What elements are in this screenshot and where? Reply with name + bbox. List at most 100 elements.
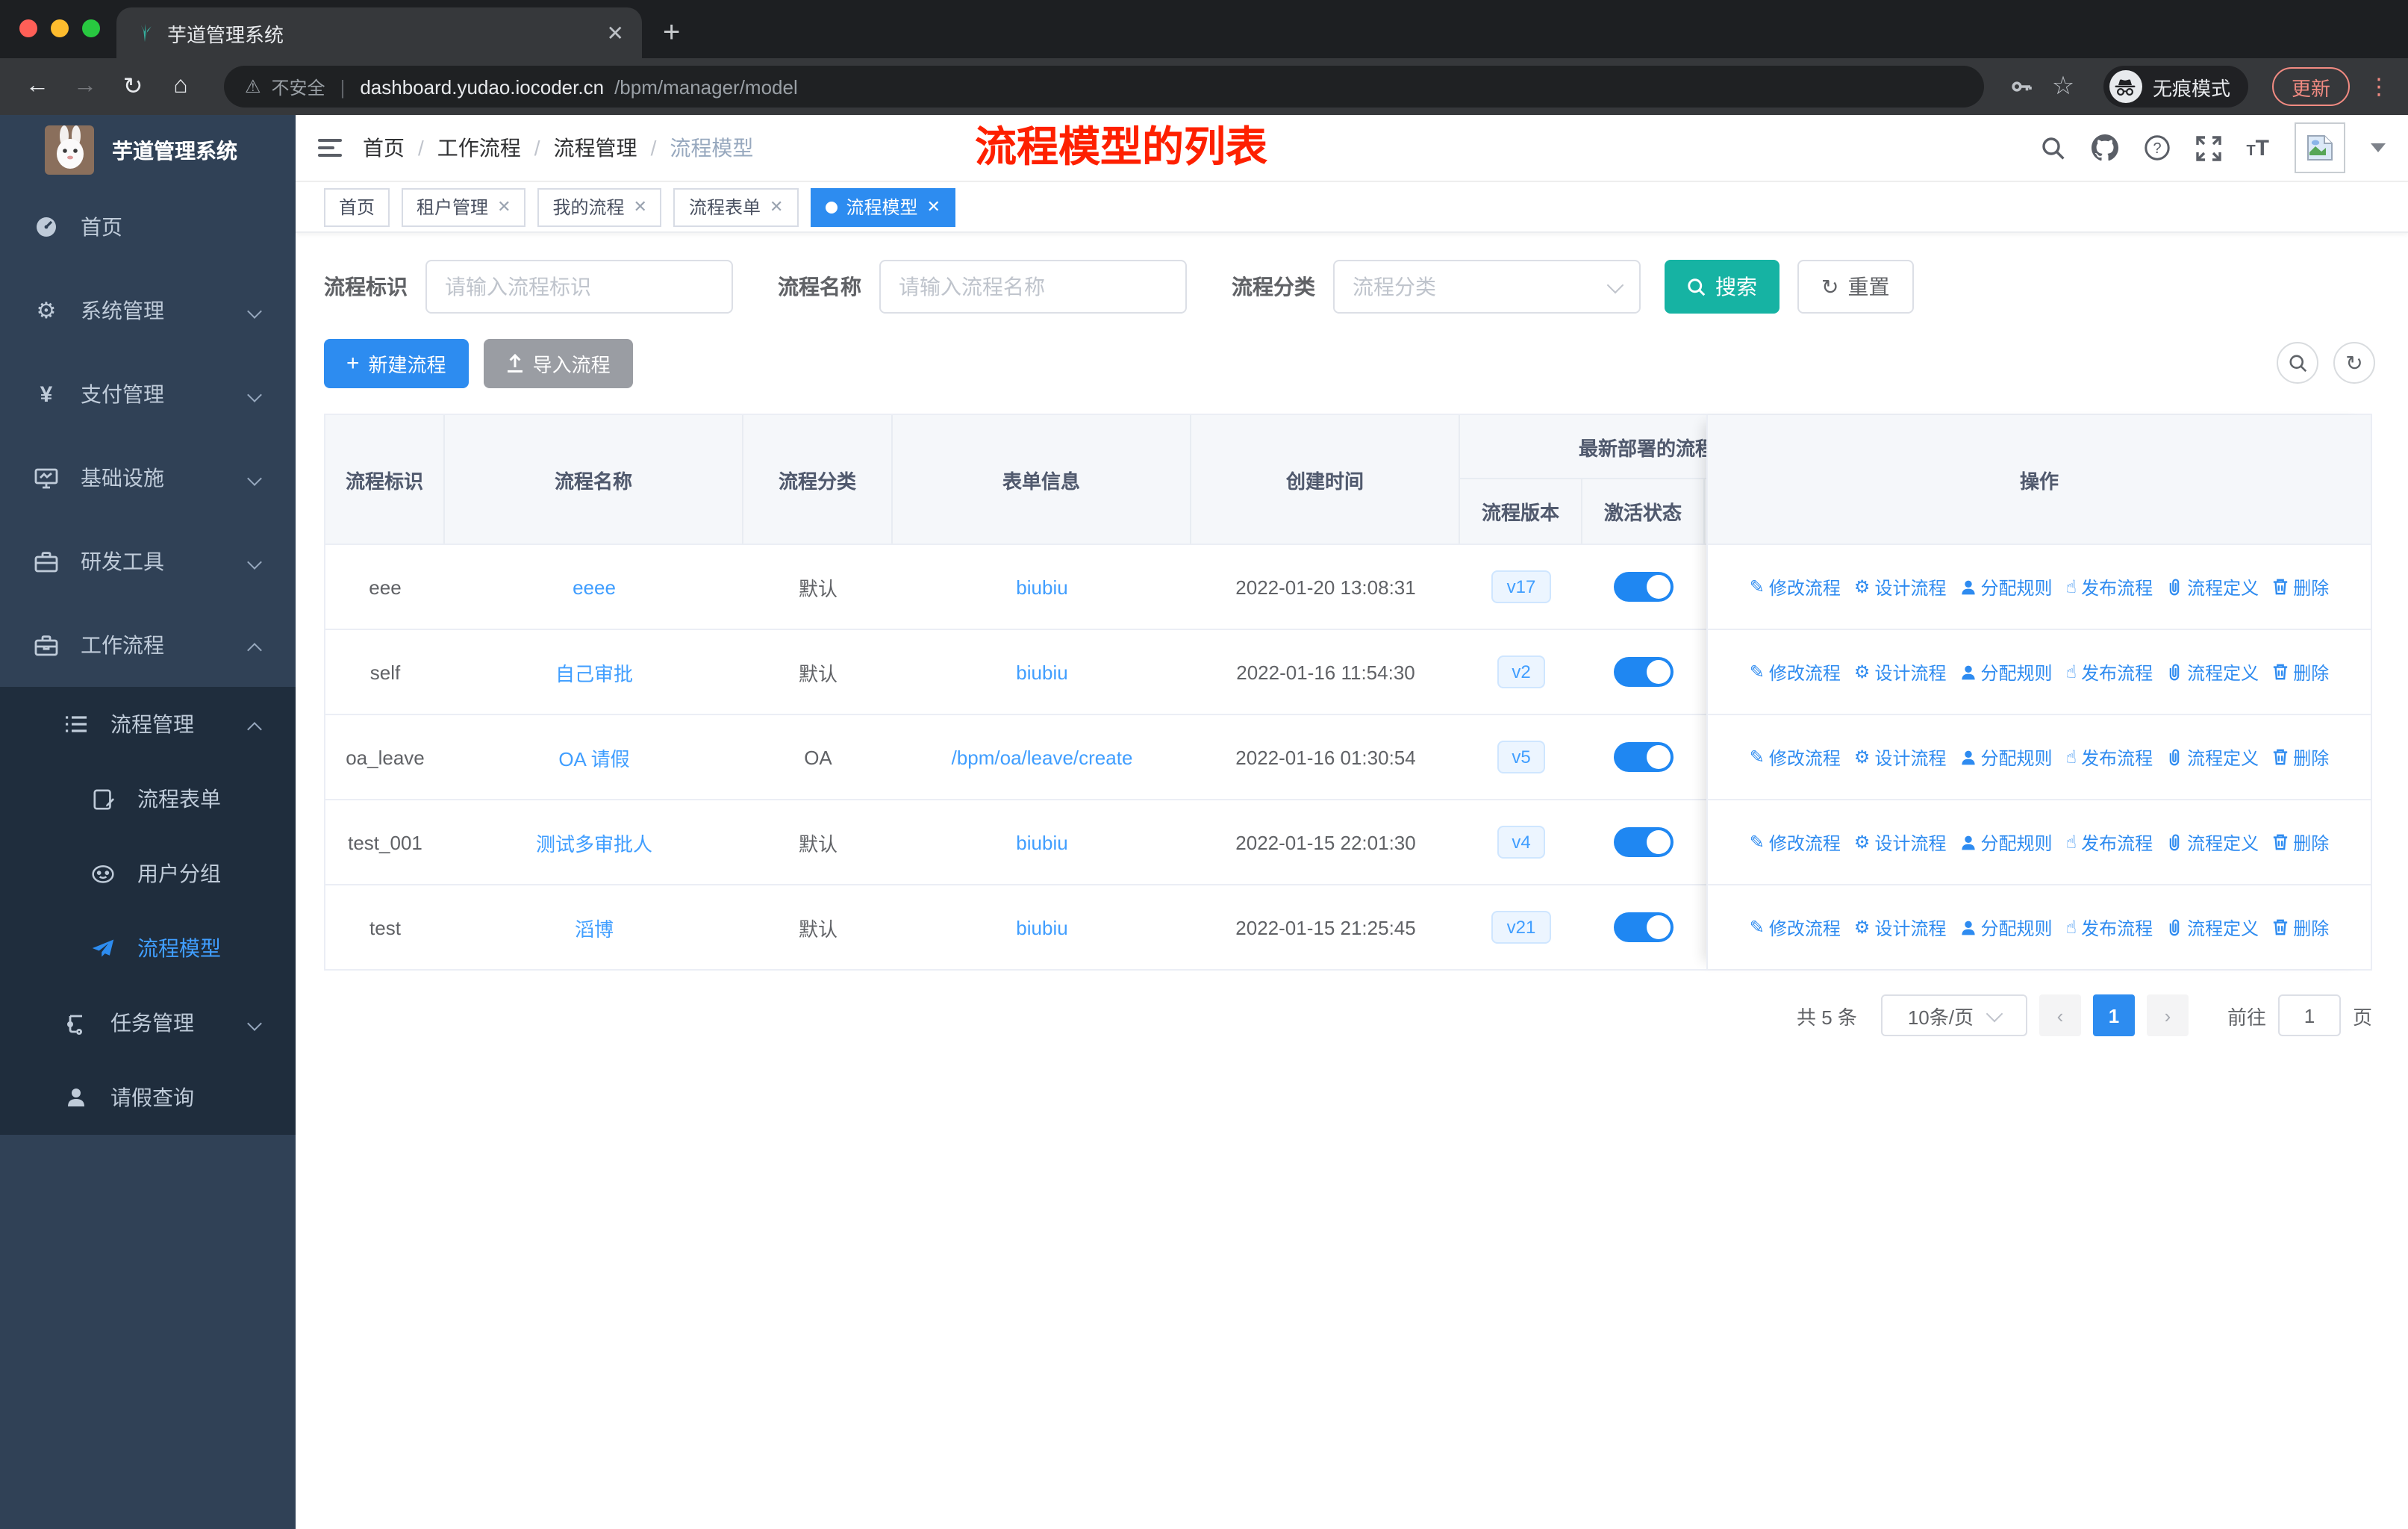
process-definition-link[interactable]: 流程定义: [2166, 659, 2259, 685]
process-definition-link[interactable]: 流程定义: [2166, 574, 2259, 600]
version-badge[interactable]: v17: [1491, 570, 1551, 603]
edit-process-link[interactable]: ✎ 修改流程: [1750, 744, 1841, 770]
tab-close-icon[interactable]: ✕: [607, 20, 624, 46]
form-info-link[interactable]: biubiu: [1016, 576, 1067, 598]
sidebar-item-system[interactable]: ⚙ 系统管理: [0, 269, 296, 352]
filter-key-input[interactable]: [425, 260, 733, 314]
publish-process-link[interactable]: ☝ 发布流程: [2066, 659, 2153, 685]
create-process-button[interactable]: + 新建流程: [324, 339, 469, 388]
design-process-link[interactable]: ⚙ 设计流程: [1854, 574, 1947, 600]
version-badge[interactable]: v2: [1497, 655, 1546, 688]
design-process-link[interactable]: ⚙ 设计流程: [1854, 915, 1947, 940]
assign-rule-link[interactable]: 分配规则: [1959, 915, 2053, 940]
window-minimize-button[interactable]: [51, 19, 69, 37]
reset-button[interactable]: ↻ 重置: [1797, 260, 1914, 314]
publish-process-link[interactable]: ☝ 发布流程: [2066, 744, 2153, 770]
active-toggle[interactable]: [1614, 572, 1674, 602]
sidebar-item-process-model[interactable]: 流程模型: [0, 911, 296, 985]
form-info-link[interactable]: biubiu: [1016, 661, 1067, 683]
back-icon[interactable]: ←: [18, 73, 57, 100]
edit-process-link[interactable]: ✎ 修改流程: [1750, 829, 1841, 855]
delete-link[interactable]: 删除: [2272, 915, 2329, 940]
version-badge[interactable]: v4: [1497, 826, 1546, 859]
design-process-link[interactable]: ⚙ 设计流程: [1854, 829, 1947, 855]
active-toggle[interactable]: [1614, 827, 1674, 857]
assign-rule-link[interactable]: 分配规则: [1959, 659, 2053, 685]
process-name-link[interactable]: eeee: [573, 576, 616, 598]
tag-close-icon[interactable]: ✕: [926, 197, 940, 217]
form-info-link[interactable]: biubiu: [1016, 831, 1067, 853]
new-tab-button[interactable]: +: [663, 18, 680, 48]
delete-link[interactable]: 删除: [2272, 829, 2329, 855]
active-toggle[interactable]: [1614, 742, 1674, 772]
browser-update-button[interactable]: 更新: [2271, 67, 2350, 106]
user-avatar[interactable]: [2295, 122, 2345, 173]
active-toggle[interactable]: [1614, 912, 1674, 942]
browser-menu-icon[interactable]: ⋮: [2368, 73, 2390, 100]
assign-rule-link[interactable]: 分配规则: [1959, 574, 2053, 600]
help-icon[interactable]: ?: [2143, 134, 2170, 161]
assign-rule-link[interactable]: 分配规则: [1959, 744, 2053, 770]
publish-process-link[interactable]: ☝ 发布流程: [2066, 829, 2153, 855]
sidebar-item-user-group[interactable]: 用户分组: [0, 836, 296, 911]
filter-name-input[interactable]: [879, 260, 1187, 314]
delete-link[interactable]: 删除: [2272, 744, 2329, 770]
edit-process-link[interactable]: ✎ 修改流程: [1750, 659, 1841, 685]
reload-icon[interactable]: ↻: [113, 72, 152, 102]
sidebar-item-process-form[interactable]: 流程表单: [0, 762, 296, 836]
form-info-link[interactable]: biubiu: [1016, 916, 1067, 938]
tag-close-icon[interactable]: ✕: [634, 197, 647, 217]
process-definition-link[interactable]: 流程定义: [2166, 744, 2259, 770]
bookmark-star-icon[interactable]: ☆: [2044, 72, 2083, 102]
sidebar-item-home[interactable]: 首页: [0, 185, 296, 269]
tag-my-process[interactable]: 我的流程 ✕: [537, 187, 662, 226]
prev-page-button[interactable]: ‹: [2039, 994, 2081, 1036]
filter-category-select[interactable]: 流程分类: [1333, 260, 1641, 314]
edit-process-link[interactable]: ✎ 修改流程: [1750, 574, 1841, 600]
tag-tenant[interactable]: 租户管理 ✕: [402, 187, 526, 226]
breadcrumb-home[interactable]: 首页: [363, 133, 405, 163]
process-name-link[interactable]: 测试多审批人: [536, 828, 652, 856]
tag-close-icon[interactable]: ✕: [770, 197, 783, 217]
address-bar[interactable]: ⚠ 不安全 | dashboard.yudao.iocoder.cn/bpm/m…: [224, 66, 1984, 108]
publish-process-link[interactable]: ☝ 发布流程: [2066, 574, 2153, 600]
delete-link[interactable]: 删除: [2272, 659, 2329, 685]
tag-process-model[interactable]: 流程模型 ✕: [810, 187, 955, 226]
current-page-button[interactable]: 1: [2092, 994, 2135, 1036]
process-definition-link[interactable]: 流程定义: [2166, 829, 2259, 855]
version-badge[interactable]: v21: [1491, 911, 1551, 944]
import-process-button[interactable]: 导入流程: [483, 339, 633, 388]
browser-tab[interactable]: 芋道管理系统 ✕: [116, 7, 642, 58]
home-icon[interactable]: ⌂: [161, 73, 200, 100]
tag-process-form[interactable]: 流程表单 ✕: [673, 187, 799, 226]
security-warning-icon[interactable]: ⚠: [245, 76, 261, 97]
sidebar-item-process-mgmt[interactable]: 流程管理: [0, 687, 296, 762]
active-toggle[interactable]: [1614, 657, 1674, 687]
github-icon[interactable]: [2091, 134, 2118, 161]
edit-process-link[interactable]: ✎ 修改流程: [1750, 915, 1841, 940]
search-icon[interactable]: [2040, 135, 2065, 161]
process-name-link[interactable]: OA 请假: [558, 743, 629, 771]
delete-link[interactable]: 删除: [2272, 574, 2329, 600]
next-page-button[interactable]: ›: [2146, 994, 2189, 1036]
password-key-icon[interactable]: [2008, 73, 2035, 100]
sidebar-item-task-mgmt[interactable]: 任务管理: [0, 985, 296, 1060]
breadcrumb-process-mgmt[interactable]: 流程管理: [554, 133, 637, 163]
forward-icon[interactable]: →: [66, 73, 105, 100]
version-badge[interactable]: v5: [1497, 741, 1546, 773]
refresh-table-button[interactable]: ↻: [2333, 342, 2375, 384]
window-close-button[interactable]: [19, 19, 37, 37]
sidebar-item-leave-query[interactable]: 请假查询: [0, 1060, 296, 1135]
form-info-link[interactable]: /bpm/oa/leave/create: [952, 746, 1133, 768]
tag-close-icon[interactable]: ✕: [497, 197, 511, 217]
publish-process-link[interactable]: ☝ 发布流程: [2066, 915, 2153, 940]
process-name-link[interactable]: 滔博: [575, 913, 614, 941]
process-name-link[interactable]: 自己审批: [555, 658, 633, 686]
assign-rule-link[interactable]: 分配规则: [1959, 829, 2053, 855]
window-zoom-button[interactable]: [82, 19, 100, 37]
show-search-button[interactable]: [2277, 342, 2318, 384]
sidebar-item-workflow[interactable]: 工作流程: [0, 603, 296, 687]
process-definition-link[interactable]: 流程定义: [2166, 915, 2259, 940]
design-process-link[interactable]: ⚙ 设计流程: [1854, 659, 1947, 685]
sidebar-collapse-icon[interactable]: [318, 139, 342, 157]
